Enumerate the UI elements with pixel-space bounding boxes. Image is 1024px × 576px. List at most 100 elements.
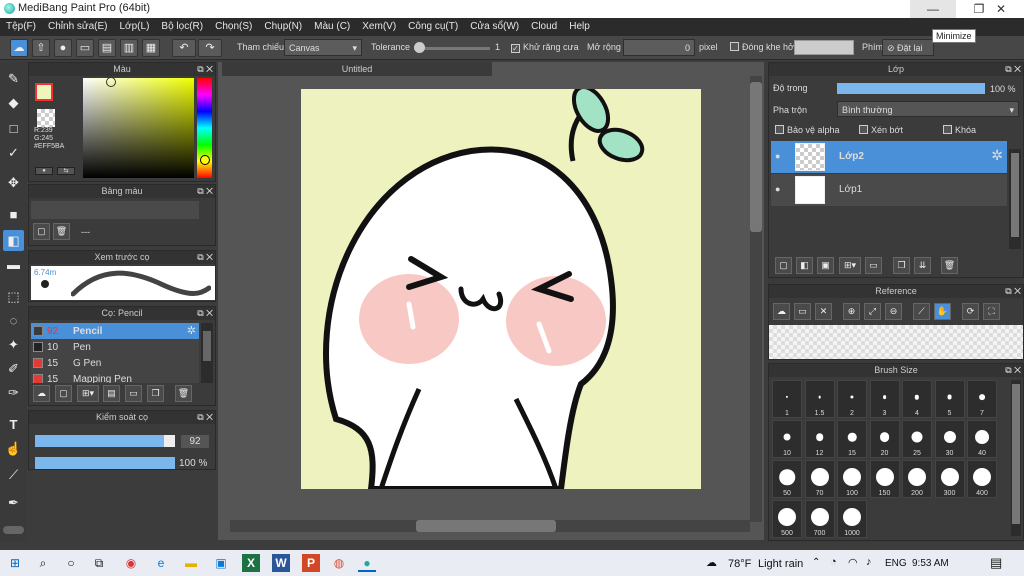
- network-icon[interactable]: ◠: [848, 556, 858, 569]
- layer-row[interactable]: ● Lớp1: [771, 174, 1007, 206]
- move-tool-icon[interactable]: ✥: [3, 172, 24, 193]
- excel-icon[interactable]: X: [242, 554, 260, 572]
- layer-row-selected[interactable]: ● Lớp2 ✲: [771, 141, 1007, 173]
- brush-settings-icon[interactable]: ▤: [103, 385, 120, 402]
- comment-icon[interactable]: ▭: [76, 39, 94, 57]
- cortana-icon[interactable]: ○: [62, 554, 80, 572]
- clock[interactable]: 9:53 AM: [912, 558, 949, 569]
- menu-snap[interactable]: Chụp(N): [258, 18, 308, 32]
- duplicate-layer-icon[interactable]: ❐: [893, 257, 910, 274]
- brush-size-cell[interactable]: 300: [934, 460, 965, 498]
- brush-size-cell[interactable]: 40: [967, 420, 997, 458]
- magic-wand-icon[interactable]: ✦: [3, 334, 24, 355]
- reference-select[interactable]: Canvas ▾: [284, 39, 362, 56]
- eye-icon[interactable]: ●: [775, 151, 780, 161]
- app-red-icon[interactable]: ◉: [122, 554, 140, 572]
- tray-chevron-icon[interactable]: ⌃: [812, 557, 820, 568]
- canvas-tab[interactable]: Untitled: [222, 62, 492, 76]
- undo-icon[interactable]: ↶: [172, 39, 196, 57]
- brush-size-value[interactable]: 92: [181, 435, 209, 448]
- new-palette-icon[interactable]: ▢: [33, 223, 50, 240]
- blend-mode-select[interactable]: Bình thường ▾: [837, 101, 1019, 117]
- merge-layer-icon[interactable]: ⇊: [914, 257, 931, 274]
- panel-menu-icon[interactable]: ⧉ ✕: [1005, 364, 1021, 377]
- add-layer-menu-icon[interactable]: ⊞▾: [839, 257, 861, 274]
- brush-size-cell[interactable]: 7: [967, 380, 997, 418]
- palette-list[interactable]: [31, 201, 199, 219]
- menu-file[interactable]: Tệp(F): [0, 18, 42, 32]
- brush-size-cell[interactable]: 1000: [837, 500, 867, 538]
- panel-menu-icon[interactable]: ⧉ ✕: [1005, 285, 1021, 298]
- speech-bubble-icon[interactable]: ●: [54, 39, 72, 57]
- panel-menu-icon[interactable]: ⧉ ✕: [1005, 63, 1021, 76]
- brush-size-cell[interactable]: 4: [902, 380, 932, 418]
- select-pen-icon[interactable]: ✐: [3, 358, 24, 379]
- search-icon[interactable]: ⌕: [34, 554, 52, 572]
- select-tool-icon[interactable]: ⬚: [3, 286, 24, 307]
- menu-view[interactable]: Xem(V): [356, 18, 402, 32]
- cloud-icon[interactable]: ☁: [773, 303, 790, 320]
- brush-size-cell[interactable]: 400: [967, 460, 997, 498]
- dot-tool-icon[interactable]: ✓: [3, 142, 24, 163]
- select-eraser-icon[interactable]: ✑: [3, 382, 24, 403]
- brush-opacity-slider[interactable]: [35, 457, 175, 469]
- menu-edit[interactable]: Chỉnh sửa(E): [42, 18, 114, 32]
- file-explorer-icon[interactable]: ▬: [182, 554, 200, 572]
- brush-size-cell[interactable]: 2: [837, 380, 867, 418]
- rectangle-tool-icon[interactable]: □: [3, 118, 24, 139]
- cloud-icon[interactable]: ☁: [10, 39, 28, 57]
- brush-item[interactable]: 15 Mapping Pen: [31, 371, 199, 383]
- brush-size-slider[interactable]: [35, 435, 175, 447]
- reset-button[interactable]: ⊘ Đặt lại: [882, 39, 934, 56]
- minimize-button[interactable]: —: [910, 0, 956, 18]
- delete-palette-icon[interactable]: 🗑: [53, 223, 70, 240]
- brush-tool-icon[interactable]: ✎: [3, 68, 24, 89]
- drawing-canvas[interactable]: [301, 89, 701, 489]
- brush-size-cell[interactable]: 25: [902, 420, 932, 458]
- redo-icon[interactable]: ↷: [198, 39, 222, 57]
- layout-icon[interactable]: ▥: [120, 39, 138, 57]
- brush-size-cell[interactable]: 500: [772, 500, 802, 538]
- eye-icon[interactable]: ●: [775, 184, 780, 194]
- store-icon[interactable]: ▣: [212, 554, 230, 572]
- color-swap-button[interactable]: ⇆: [57, 167, 75, 175]
- delete-layer-icon[interactable]: 🗑: [941, 257, 958, 274]
- grid-icon[interactable]: ▦: [142, 39, 160, 57]
- new-layer-icon[interactable]: ▢: [775, 257, 792, 274]
- close-gap-checkbox[interactable]: Đóng khe hở: [730, 42, 794, 52]
- brush-size-cell[interactable]: 20: [869, 420, 900, 458]
- new-halftone-layer-icon[interactable]: ▣: [817, 257, 834, 274]
- rotate-icon[interactable]: ⟳: [962, 303, 979, 320]
- tray-app-icon[interactable]: ◔: [830, 556, 837, 568]
- language-indicator[interactable]: ENG: [885, 558, 907, 569]
- canvas-vertical-scrollbar[interactable]: [750, 76, 762, 522]
- picker-cursor[interactable]: [106, 77, 116, 87]
- brush-size-cell[interactable]: 15: [837, 420, 867, 458]
- add-brush-icon[interactable]: ⊞▾: [77, 385, 99, 402]
- menu-cloud[interactable]: Cloud: [525, 18, 563, 32]
- menu-help[interactable]: Help: [563, 18, 596, 32]
- task-view-icon[interactable]: ⧉: [90, 554, 108, 572]
- open-folder-icon[interactable]: ▭: [794, 303, 811, 320]
- zoom-out-icon[interactable]: ⊖: [885, 303, 902, 320]
- new-brush-icon[interactable]: ▢: [55, 385, 72, 402]
- delete-brush-icon[interactable]: 🗑: [175, 385, 192, 402]
- antialias-checkbox[interactable]: ✓ Khử răng cưa: [511, 42, 579, 53]
- menu-select[interactable]: Chọn(S): [209, 18, 258, 32]
- saturation-value-picker[interactable]: [83, 78, 194, 178]
- gear-icon[interactable]: ✲: [187, 324, 196, 337]
- reference-image-area[interactable]: [769, 325, 1023, 359]
- brush-item[interactable]: 10 Pen: [31, 339, 199, 355]
- brush-size-cell[interactable]: 3: [869, 380, 900, 418]
- expand-input[interactable]: 0: [623, 39, 695, 56]
- brush-size-cell[interactable]: 100: [837, 460, 867, 498]
- layer-folder-icon[interactable]: ▭: [865, 257, 882, 274]
- share-icon[interactable]: ⇧: [32, 39, 50, 57]
- volume-icon[interactable]: ♪: [866, 556, 872, 568]
- weather-desc[interactable]: Light rain: [758, 558, 803, 570]
- copy-brush-icon[interactable]: ❐: [147, 385, 164, 402]
- layer-opacity-slider[interactable]: [837, 83, 985, 94]
- powerpoint-icon[interactable]: P: [302, 554, 320, 572]
- layer-list-scrollbar[interactable]: [1009, 149, 1021, 249]
- brush-size-cell[interactable]: 12: [804, 420, 835, 458]
